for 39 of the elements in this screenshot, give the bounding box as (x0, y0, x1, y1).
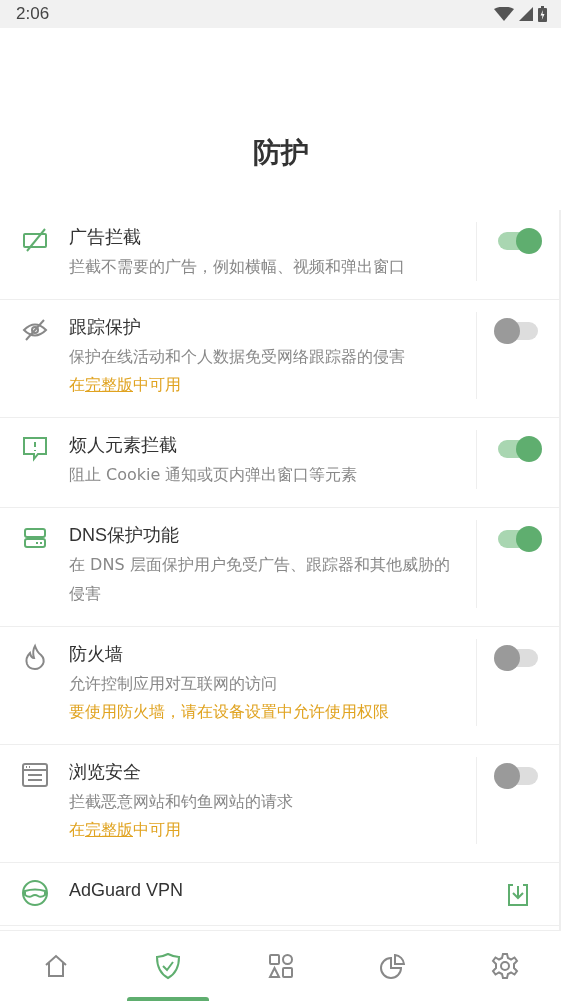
note-text: 中可用 (133, 375, 181, 394)
page-title: 防护 (252, 135, 309, 171)
download-icon[interactable] (507, 883, 529, 907)
browser-window-icon (20, 761, 49, 789)
permission-warning: 要使用防火墙，请在设备设置中允许使用权限 (69, 701, 390, 723)
battery-icon (538, 6, 547, 22)
crossed-rectangle-icon (20, 226, 49, 254)
wifi-icon (494, 7, 514, 21)
item-description: 允许控制应用对互联网的访问 (69, 673, 278, 695)
shield-check-icon (155, 952, 182, 980)
item-title: 广告拦截 (69, 226, 142, 249)
item-title: 跟踪保护 (69, 316, 142, 339)
note-text: 在 (69, 375, 85, 394)
pie-chart-icon (379, 953, 406, 979)
protection-item[interactable]: 广告拦截 拦截不需要的广告，例如横幅、视频和弹出窗口 (0, 210, 559, 300)
item-title: 浏览安全 (69, 761, 142, 784)
item-description: 阻止 Cookie 通知或页内弹出窗口等元素 (69, 464, 359, 486)
protection-item[interactable]: DNS保护功能 在 DNS 层面保护用户免受广告、跟踪器和其他威胁的侵害 (0, 508, 559, 627)
protection-item[interactable]: 烦人元素拦截 阻止 Cookie 通知或页内弹出窗口等元素 (0, 418, 559, 508)
vpn-mask-icon (20, 879, 49, 907)
shapes-grid-icon (267, 953, 294, 979)
note-text: 在 (69, 820, 85, 839)
item-description: 拦截不需要的广告，例如横幅、视频和弹出窗口 (69, 256, 406, 278)
protection-item[interactable]: 防火墙 允许控制应用对互联网的访问 要使用防火墙，请在设备设置中允许使用权限 (0, 627, 559, 745)
item-title: DNS保护功能 (69, 524, 180, 547)
alert-bubble-icon (20, 434, 49, 462)
item-description: 保护在线活动和个人数据免受网络跟踪器的侵害 (69, 346, 406, 368)
signal-icon (519, 7, 533, 21)
item-title: 防火墙 (69, 643, 124, 666)
settings-icon (490, 952, 519, 980)
item-description: 在 DNS 层面保护用户免受广告、跟踪器和其他威胁的侵害 (69, 554, 451, 605)
note-text: 中可用 (133, 820, 181, 839)
protection-item[interactable]: 跟踪保护 保护在线活动和个人数据免受网络跟踪器的侵害 在完整版中可用 (0, 300, 559, 418)
protection-item[interactable]: 浏览安全 拦截恶意网站和钓鱼网站的请求 在完整版中可用 (0, 745, 559, 863)
item-title: AdGuard VPN (69, 879, 185, 902)
item-title: 烦人元素拦截 (69, 434, 178, 457)
status-time: 2:06 (16, 4, 50, 24)
protection-item[interactable]: AdGuard VPN (0, 863, 559, 926)
item-description: 拦截恶意网站和钓鱼网站的请求 (69, 791, 294, 813)
